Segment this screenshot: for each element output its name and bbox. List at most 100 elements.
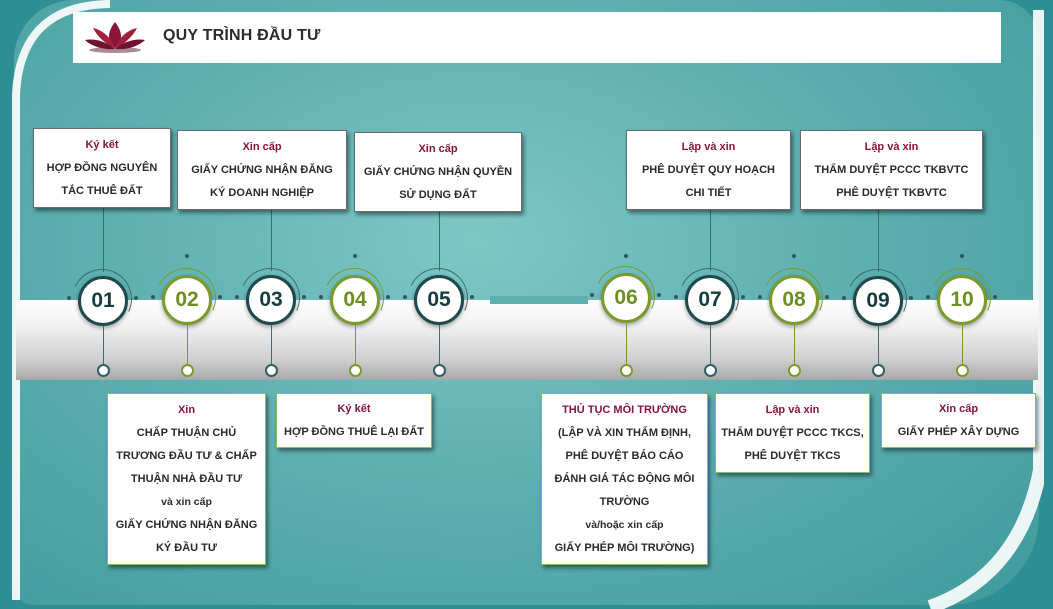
- ring-dot: [319, 295, 323, 299]
- step-heading: THỦ TỤC MÔI TRƯỜNG: [562, 403, 687, 416]
- lotus-icon: [85, 22, 145, 53]
- connector-line: [187, 325, 188, 366]
- step-box-07: Lập và xin PHÊ DUYỆT QUY HOẠCH CHI TIẾT: [626, 130, 791, 210]
- step-line: TẮC THUÊ ĐẤT: [61, 184, 143, 197]
- step-number-08[interactable]: 08: [769, 275, 819, 325]
- step-heading: Xin cấp: [938, 402, 979, 415]
- ring-dot: [403, 295, 407, 299]
- step-number-03[interactable]: 03: [246, 275, 296, 325]
- step-box-09: Lập và xin THẨM DUYỆT PCCC TKBVTC PHÊ DUYỆ…: [800, 130, 983, 210]
- step-box-05: Xin cấp GIẤY CHỨNG NHẬN QUYỀN SỬ DỤNG ĐẤT: [354, 132, 522, 212]
- step-number-10[interactable]: 10: [937, 275, 987, 325]
- step-line: TRƯỜNG: [599, 495, 650, 508]
- step-number-label: 10: [950, 288, 974, 311]
- connector-line: [439, 325, 440, 364]
- step-box-10: Xin cấp GIẤY PHÉP XÂY DỰNG: [881, 393, 1036, 448]
- step-number-02[interactable]: 02: [162, 275, 212, 325]
- step-heading: Ký kết: [337, 402, 371, 415]
- ring-dot: [67, 296, 71, 300]
- step-heading: Ký kết: [85, 138, 119, 151]
- step-number-label: 02: [175, 288, 199, 311]
- step-number-label: 01: [91, 289, 115, 312]
- step-heading: Lập và xin: [765, 403, 820, 416]
- ring-dot: [386, 295, 390, 299]
- step-heading: Xin cấp: [418, 142, 458, 155]
- connector-line: [355, 325, 356, 366]
- connector-line: [103, 326, 104, 364]
- step-heading: Lập và xin: [864, 140, 919, 153]
- step-number-06[interactable]: 06: [601, 273, 651, 323]
- step-line: PHÊ DUYỆT QUY HOẠCH: [641, 163, 776, 176]
- connector-line: [962, 325, 963, 366]
- step-box-08: Lập và xin THẨM DUYỆT PCCC TKCS, PHÊ DUYỆT…: [715, 393, 870, 473]
- ring-dot: [134, 296, 138, 300]
- step-line: CHẤP THUẬN CHỦ: [136, 426, 237, 439]
- ring-dot: [470, 295, 474, 299]
- step-number-01[interactable]: 01: [78, 276, 128, 326]
- timeline-gap: [490, 296, 588, 304]
- step-box-03: Xin cấp GIẤY CHỨNG NHẬN ĐĂNG KÝ DOANH NGHI…: [177, 130, 347, 210]
- step-line: và xin cấp: [161, 495, 212, 508]
- connector-line: [710, 325, 711, 364]
- step-line: GIẤY PHÉP XÂY DỰNG: [897, 425, 1020, 438]
- ring-dot: [151, 295, 155, 299]
- connector-dot: [872, 364, 885, 377]
- connector-line: [271, 325, 272, 364]
- step-heading: Lập và xin: [681, 140, 736, 153]
- connector-dot: [265, 364, 278, 377]
- connector-dot: [433, 364, 446, 377]
- step-line: KÝ DOANH NGHIỆP: [210, 186, 314, 199]
- step-number-04[interactable]: 04: [330, 275, 380, 325]
- step-line: (LẬP VÀ XIN THẨM ĐỊNH,: [557, 426, 692, 439]
- step-line: và/hoặc xin cấp: [585, 518, 664, 531]
- step-box-02: Xin CHẤP THUẬN CHỦ TRƯƠNG ĐẦU TƯ & CHẤP THU…: [107, 393, 266, 565]
- ring-dot: [909, 296, 913, 300]
- connector-line: [710, 210, 711, 271]
- connector-tick: [353, 254, 357, 258]
- step-line: KÝ ĐẦU TƯ: [155, 541, 218, 554]
- step-number-label: 03: [259, 288, 283, 311]
- step-line: GIẤY PHÉP MÔI TRƯỜNG): [554, 541, 695, 554]
- connector-tick: [960, 254, 964, 258]
- ring-dot: [590, 293, 594, 297]
- connector-dot: [704, 364, 717, 377]
- step-line: GIẤY CHỨNG NHẬN ĐĂNG: [115, 518, 258, 531]
- step-number-07[interactable]: 07: [685, 275, 735, 325]
- connector-line: [103, 208, 104, 272]
- step-number-09[interactable]: 09: [853, 276, 903, 326]
- step-line: ĐÁNH GIÁ TÁC ĐỘNG MÔI: [554, 472, 695, 485]
- step-number-05[interactable]: 05: [414, 275, 464, 325]
- connector-tick: [185, 254, 189, 258]
- connector-line: [794, 325, 795, 366]
- ring-dot: [993, 295, 997, 299]
- ring-dot: [235, 295, 239, 299]
- ring-dot: [674, 295, 678, 299]
- step-line: THẨM DUYỆT PCCC TKBVTC: [814, 163, 969, 176]
- connector-tick: [792, 254, 796, 258]
- connector-tick: [624, 254, 628, 258]
- step-line: HỢP ĐỒNG NGUYÊN: [46, 161, 158, 174]
- step-box-04: Ký kết HỢP ĐỒNG THUÊ LẠI ĐẤT: [276, 393, 432, 448]
- connector-line: [439, 212, 440, 271]
- step-number-label: 06: [614, 286, 638, 309]
- ring-dot: [842, 296, 846, 300]
- ring-dot: [741, 295, 745, 299]
- step-number-label: 07: [698, 288, 722, 311]
- step-line: SỬ DỤNG ĐẤT: [399, 188, 477, 201]
- ring-dot: [825, 295, 829, 299]
- step-line: PHÊ DUYỆT TKBVTC: [836, 186, 947, 199]
- step-line: THUẬN NHÀ ĐẦU TƯ: [130, 472, 243, 485]
- step-line: GIẤY CHỨNG NHẬN QUYỀN: [363, 165, 513, 178]
- connector-dot: [97, 364, 110, 377]
- step-heading: Xin: [177, 403, 196, 416]
- step-number-label: 05: [427, 288, 451, 311]
- step-line: HỢP ĐỒNG THUÊ LẠI ĐẤT: [284, 425, 424, 438]
- step-line: GIẤY CHỨNG NHẬN ĐĂNG: [191, 163, 333, 176]
- step-line: PHÊ DUYỆT BÁO CÁO: [565, 449, 684, 462]
- step-number-label: 04: [343, 288, 367, 311]
- ring-dot: [758, 295, 762, 299]
- page-title: QUY TRÌNH ĐẦU TƯ: [163, 27, 321, 44]
- step-line: THẨM DUYỆT PCCC TKCS,: [721, 426, 864, 439]
- ring-dot: [218, 295, 222, 299]
- connector-line: [626, 323, 627, 366]
